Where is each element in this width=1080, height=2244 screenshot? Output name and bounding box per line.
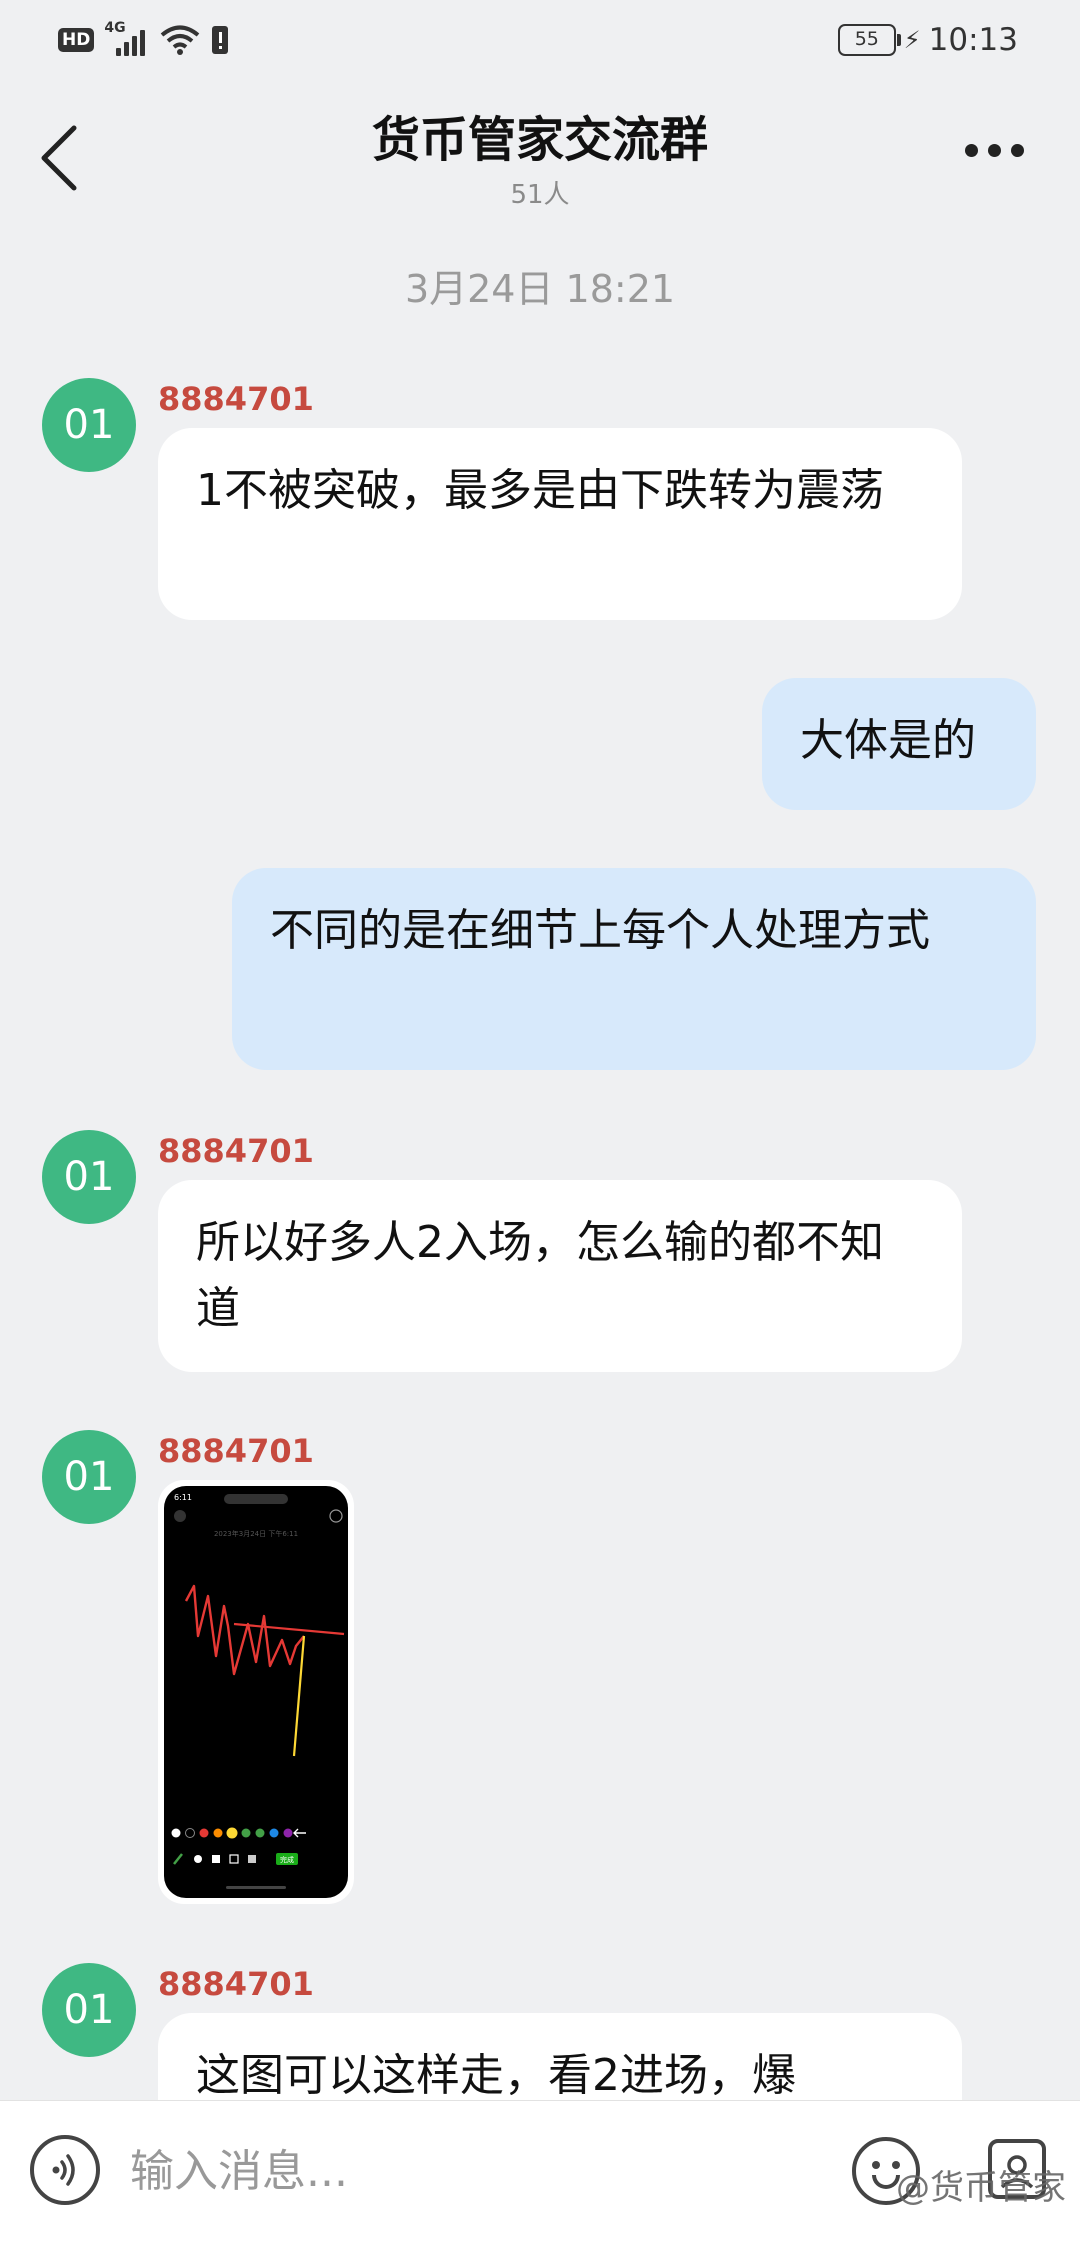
- image-message[interactable]: 6:11 2023年3月24日 下午6:11 完成: [158, 1480, 354, 1904]
- screenshot-thumbnail: 6:11 2023年3月24日 下午6:11 完成: [164, 1486, 348, 1898]
- message-bubble-outgoing[interactable]: 不同的是在细节上每个人处理方式: [232, 868, 1036, 1070]
- avatar[interactable]: 01: [42, 1430, 136, 1524]
- chat-header: 货币管家交流群 51人: [0, 82, 1080, 212]
- avatar[interactable]: 01: [42, 1963, 136, 2057]
- status-bar: HD 4G 55 ⚡ 10:13: [0, 0, 1080, 82]
- sender-name: 8884701: [158, 1132, 314, 1170]
- status-left: HD 4G: [58, 20, 230, 56]
- member-count: 51人: [510, 180, 570, 210]
- status-right: 55 ⚡ 10:13: [837, 22, 1018, 58]
- date-separator: 3月24日 18:21: [404, 267, 676, 311]
- sender-name: 8884701: [158, 1432, 314, 1470]
- message-bubble[interactable]: 所以好多人2入场，怎么输的都不知道: [158, 1180, 962, 1372]
- avatar[interactable]: 01: [42, 378, 136, 472]
- thumb-status: 2023年3月24日 下午6:11: [214, 1529, 298, 1538]
- message-bubble[interactable]: 1不被突破，最多是由下跌转为震荡: [158, 428, 962, 620]
- watermark: @货币管家: [896, 2168, 1066, 2208]
- dot-icon: [965, 144, 978, 157]
- chat-title: 货币管家交流群: [371, 112, 708, 168]
- sender-name: 8884701: [158, 380, 314, 418]
- wifi-icon: [161, 25, 200, 55]
- charging-icon: ⚡: [903, 26, 921, 54]
- clock: 10:13: [928, 22, 1018, 58]
- voice-icon: [52, 2154, 75, 2186]
- battery-icon: 55: [837, 24, 901, 56]
- voice-input-button[interactable]: [30, 2135, 100, 2205]
- avatar[interactable]: 01: [42, 1130, 136, 1224]
- sender-name: 8884701: [158, 1965, 314, 2003]
- more-options-button[interactable]: [965, 144, 1024, 157]
- thumb-time: 6:11: [174, 1493, 192, 1502]
- cellular-signal-icon: 4G: [104, 20, 150, 56]
- message-bubble-outgoing[interactable]: 大体是的: [762, 678, 1036, 810]
- dot-icon: [988, 144, 1001, 157]
- color-palette: [171, 1827, 306, 1839]
- thumb-done-label: 完成: [280, 1855, 294, 1864]
- sim-alert-icon: [212, 26, 229, 54]
- editor-toolbar: 完成: [173, 1853, 298, 1865]
- dot-icon: [1011, 144, 1024, 157]
- hd-icon: HD: [58, 28, 95, 52]
- message-input[interactable]: [130, 2131, 780, 2211]
- drawing-preview: 6:11 2023年3月24日 下午6:11 完成: [171, 1493, 345, 1889]
